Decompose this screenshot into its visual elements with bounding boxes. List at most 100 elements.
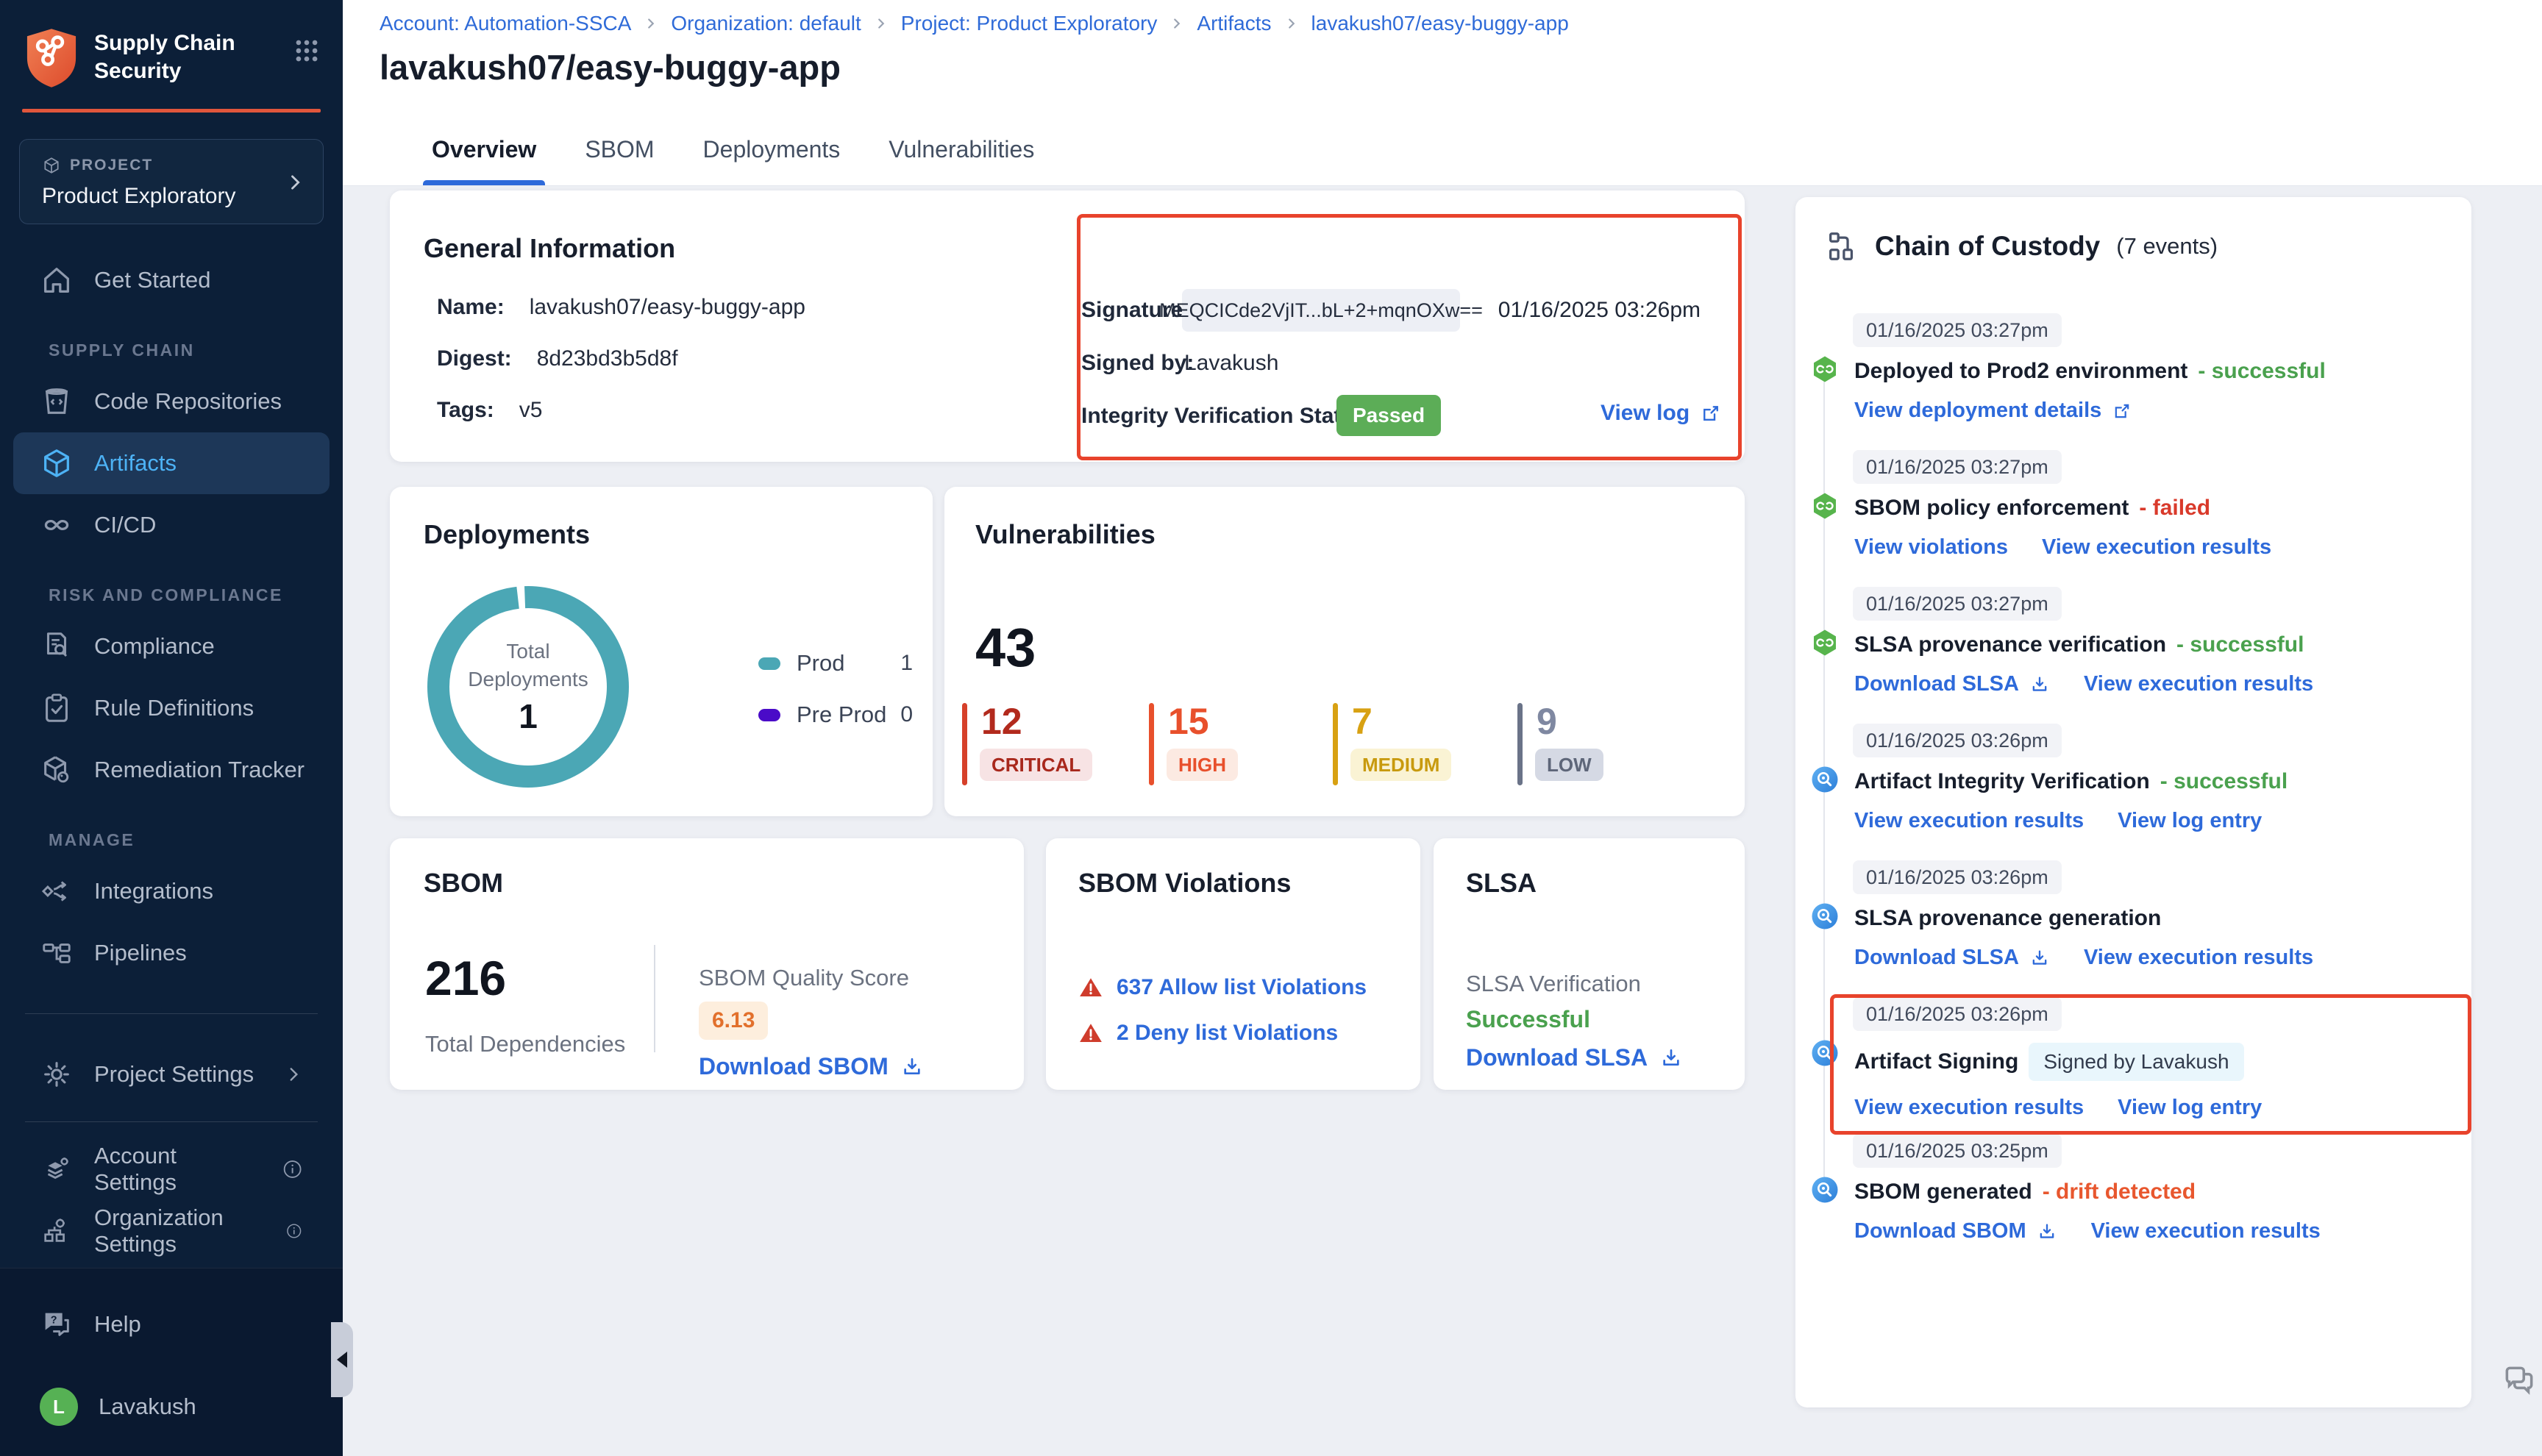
view-log-entry-link[interactable]: View log entry: [2118, 809, 2262, 833]
sbom-quality-score-label: SBOM Quality Score: [699, 965, 909, 991]
info-icon[interactable]: [282, 1158, 303, 1180]
chain-of-custody-panel: Chain of Custody (7 events) 01/16/2025 0…: [1795, 197, 2471, 1407]
vulnerabilities-title: Vulnerabilities: [975, 519, 1156, 550]
critical-bar-icon: [962, 703, 967, 785]
sidebar-item-code-repositories[interactable]: Code Repositories: [13, 371, 330, 432]
external-link-icon: [1700, 402, 1722, 424]
sidebar-item-label: Help: [94, 1311, 141, 1338]
document-search-icon: [40, 629, 74, 663]
view-deployment-details-link[interactable]: View deployment details: [1854, 399, 2132, 423]
artifact-name: lavakush07/easy-buggy-app: [530, 295, 805, 320]
artifact-tags: v5: [519, 398, 543, 423]
sidebar-item-account-settings[interactable]: Account Settings: [13, 1138, 330, 1200]
donut-total-value: 1: [519, 696, 538, 736]
code-repo-icon: [40, 385, 74, 418]
tab-sbom[interactable]: SBOM: [582, 136, 657, 185]
event-timestamp: 01/16/2025 03:26pm: [1853, 724, 2062, 757]
sidebar-item-organization-settings[interactable]: Organization Settings: [13, 1200, 330, 1262]
sidebar-item-label: Organization Settings: [94, 1205, 265, 1257]
signature-timestamp: 01/16/2025 03:26pm: [1486, 298, 1701, 323]
sidebar-item-label: Pipelines: [94, 940, 187, 966]
shield-logo-icon: [22, 26, 81, 90]
view-log-link[interactable]: View log: [1601, 401, 1722, 426]
custody-event-artifact-integrity: 01/16/2025 03:26pm Artifact Integrity Ve…: [1795, 724, 2449, 833]
view-execution-results-link[interactable]: View execution results: [2091, 1219, 2321, 1243]
download-slsa-link[interactable]: Download SLSA: [1854, 672, 2050, 696]
download-icon: [900, 1055, 924, 1079]
download-sbom-link[interactable]: Download SBOM: [699, 1053, 924, 1080]
download-slsa-link[interactable]: Download SLSA: [1854, 946, 2050, 970]
artifacts-cube-icon: [40, 446, 74, 480]
breadcrumb-artifacts[interactable]: Artifacts: [1197, 12, 1271, 35]
vulnerabilities-total: 43: [975, 616, 1036, 679]
breadcrumb-account[interactable]: Account: Automation-SSCA: [380, 12, 631, 35]
sidebar-item-label: Artifacts: [94, 450, 177, 477]
custody-event-deployed-prod2: 01/16/2025 03:27pm Deployed to Prod2 env…: [1795, 313, 2449, 423]
deny-list-violations-link[interactable]: 2 Deny list Violations: [1078, 1021, 1338, 1046]
app-grid-icon[interactable]: [293, 37, 321, 65]
chain-of-custody-icon: [1825, 229, 1859, 263]
sidebar-item-label: Integrations: [94, 878, 213, 904]
sidebar-item-remediation-tracker[interactable]: Remediation Tracker: [13, 739, 330, 801]
sidebar-item-project-settings[interactable]: Project Settings: [13, 1043, 330, 1105]
tab-overview[interactable]: Overview: [429, 136, 539, 185]
breadcrumb-current[interactable]: lavakush07/easy-buggy-app: [1311, 12, 1569, 35]
vertical-divider: [654, 945, 655, 1052]
view-execution-results-link[interactable]: View execution results: [2084, 672, 2313, 696]
layers-gear-icon: [40, 1152, 74, 1186]
pipelines-icon: [40, 936, 74, 970]
sidebar-item-label: Code Repositories: [94, 388, 282, 415]
collapse-arrow-icon: [337, 1352, 347, 1368]
view-execution-results-link[interactable]: View execution results: [1854, 809, 2084, 833]
sidebar-collapse-handle[interactable]: [331, 1322, 353, 1397]
breadcrumb-project[interactable]: Project: Product Exploratory: [901, 12, 1158, 35]
scan-badge-icon: [1810, 1175, 1840, 1205]
sidebar-item-get-started[interactable]: Get Started: [13, 249, 330, 311]
sidebar-item-label: Compliance: [94, 633, 215, 660]
download-sbom-link[interactable]: Download SBOM: [1854, 1219, 2057, 1243]
signed-by-tag: Signed by Lavakush: [2029, 1043, 2243, 1081]
low-count: 9: [1537, 700, 1557, 743]
project-selector[interactable]: PROJECT Product Exploratory: [19, 139, 324, 224]
breadcrumb-organization[interactable]: Organization: default: [671, 12, 861, 35]
event-timestamp: 01/16/2025 03:26pm: [1853, 997, 2062, 1031]
user-menu[interactable]: L Lavakush: [13, 1376, 330, 1438]
sidebar-item-label: CI/CD: [94, 512, 156, 538]
sidebar-item-rule-definitions[interactable]: Rule Definitions: [13, 677, 330, 739]
sidebar-item-help[interactable]: ? Help: [13, 1293, 330, 1355]
view-execution-results-link[interactable]: View execution results: [1854, 1096, 2084, 1120]
event-status: - successful: [2176, 632, 2304, 657]
event-status: - successful: [2198, 359, 2325, 384]
breadcrumb-separator-icon: [873, 15, 889, 32]
sidebar-item-artifacts[interactable]: Artifacts: [13, 432, 330, 494]
sidebar-item-compliance[interactable]: Compliance: [13, 615, 330, 677]
view-violations-link[interactable]: View violations: [1854, 535, 2008, 560]
tab-vulnerabilities[interactable]: Vulnerabilities: [886, 136, 1037, 185]
event-status: - successful: [2160, 769, 2288, 794]
event-title: Artifact Integrity Verification: [1854, 769, 2150, 794]
feedback-chat-icon[interactable]: [2501, 1362, 2538, 1399]
sbom-quality-score-badge: 6.13: [699, 1002, 768, 1040]
tab-deployments[interactable]: Deployments: [700, 136, 844, 185]
sidebar-item-pipelines[interactable]: Pipelines: [13, 922, 330, 984]
medium-badge: MEDIUM: [1350, 749, 1451, 781]
pre-prod-swatch-icon: [758, 709, 780, 721]
general-information-title: General Information: [424, 233, 675, 264]
project-name: Product Exploratory: [42, 184, 285, 209]
view-execution-results-link[interactable]: View execution results: [2084, 946, 2313, 970]
sidebar-item-cicd[interactable]: CI/CD: [13, 494, 330, 556]
event-status: - drift detected: [2043, 1180, 2196, 1205]
event-title: SLSA provenance verification: [1854, 632, 2166, 657]
download-slsa-link[interactable]: Download SLSA: [1466, 1044, 1683, 1071]
sidebar-item-integrations[interactable]: Integrations: [13, 860, 330, 922]
info-icon[interactable]: [285, 1220, 303, 1242]
breadcrumb: Account: Automation-SSCA Organization: d…: [380, 12, 1569, 35]
view-log-entry-link[interactable]: View log entry: [2118, 1096, 2262, 1120]
sbom-total-label: Total Dependencies: [425, 1031, 625, 1057]
view-execution-results-link[interactable]: View execution results: [2042, 535, 2271, 560]
org-gear-icon: [40, 1214, 74, 1248]
signed-by-value: Lavakush: [1184, 351, 1278, 376]
allow-list-violations-link[interactable]: 637 Allow list Violations: [1078, 975, 1367, 1000]
main-content: Account: Automation-SSCA Organization: d…: [343, 0, 2542, 1456]
clipboard-check-icon: [40, 691, 74, 725]
